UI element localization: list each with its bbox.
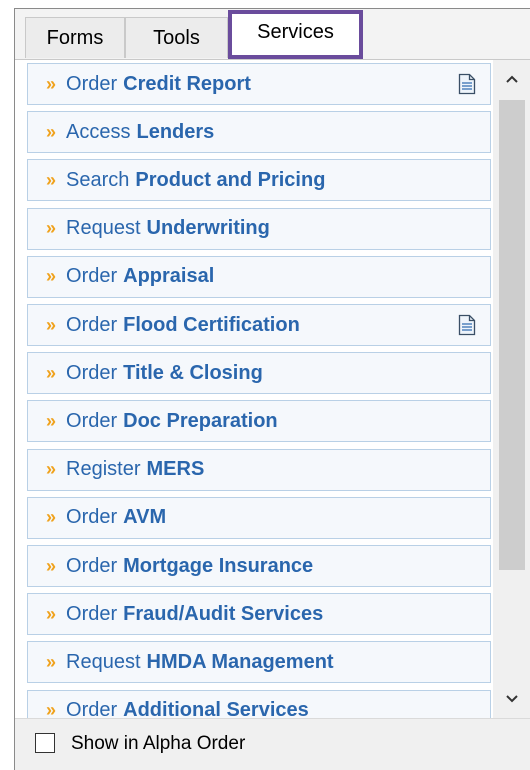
tab-services[interactable]: Services [228, 10, 363, 59]
double-chevron-right-icon: » [46, 362, 57, 383]
service-item[interactable]: » Order Doc Preparation [27, 400, 491, 443]
service-verb: Register [66, 458, 141, 481]
service-noun: Doc Preparation [123, 409, 278, 432]
double-chevron-right-icon: » [46, 459, 57, 480]
scroll-down-button[interactable] [493, 680, 530, 718]
service-noun: Fraud/Audit Services [123, 602, 324, 625]
scrollbar-thumb[interactable] [499, 100, 525, 570]
service-verb: Order [66, 72, 118, 95]
double-chevron-right-icon: » [46, 169, 57, 190]
vertical-scrollbar[interactable] [493, 60, 530, 718]
service-verb: Order [66, 361, 118, 384]
service-verb: Order [66, 699, 118, 718]
double-chevron-right-icon: » [46, 218, 57, 239]
service-verb: Order [66, 602, 118, 625]
service-verb: Order [66, 554, 118, 577]
double-chevron-right-icon: » [46, 603, 57, 624]
alpha-order-checkbox[interactable] [35, 733, 55, 753]
services-list: » Order Credit Report» Access Lenders» Search… [15, 60, 530, 718]
double-chevron-right-icon: » [46, 121, 57, 142]
service-verb: Access [66, 120, 131, 143]
document-icon[interactable] [458, 73, 476, 95]
service-item[interactable]: » Order Fraud/Audit Services [27, 593, 491, 636]
service-item[interactable]: » Request HMDA Management [27, 641, 491, 684]
service-item[interactable]: » Order Title & Closing [27, 352, 491, 395]
service-noun: Appraisal [123, 265, 215, 288]
double-chevron-right-icon: » [46, 266, 57, 287]
service-verb: Order [66, 313, 118, 336]
service-noun: Product and Pricing [135, 168, 326, 191]
service-verb: Order [66, 265, 118, 288]
services-panel: Forms Tools Services » Order Credit Report… [14, 8, 530, 770]
double-chevron-right-icon: » [46, 314, 57, 335]
tab-bar: Forms Tools Services [15, 9, 530, 60]
service-noun: Flood Certification [123, 313, 300, 336]
alpha-order-label[interactable]: Show in Alpha Order [71, 733, 245, 755]
document-icon[interactable] [458, 314, 476, 336]
double-chevron-right-icon: » [46, 651, 57, 672]
service-item[interactable]: » Access Lenders [27, 111, 491, 154]
service-item[interactable]: » Order Mortgage Insurance [27, 545, 491, 587]
double-chevron-right-icon: » [46, 410, 57, 431]
service-noun: Additional Services [123, 699, 309, 718]
service-verb: Order [66, 409, 118, 432]
chevron-up-icon [505, 75, 518, 83]
service-item[interactable]: » Order Appraisal [27, 255, 491, 298]
service-noun: AVM [123, 506, 167, 529]
scroll-up-button[interactable] [493, 60, 530, 98]
service-verb: Order [66, 506, 118, 529]
service-item[interactable]: » Order Flood Certification [27, 304, 491, 346]
service-item[interactable]: » Search Product and Pricing [27, 159, 491, 202]
service-verb: Search [66, 168, 130, 191]
double-chevron-right-icon: » [46, 507, 57, 528]
footer-bar: Show in Alpha Order [15, 718, 530, 770]
service-noun: HMDA Management [146, 650, 334, 673]
double-chevron-right-icon: » [46, 555, 57, 576]
service-item[interactable]: » Request Underwriting [27, 207, 491, 250]
service-noun: Lenders [136, 120, 215, 143]
double-chevron-right-icon: » [46, 73, 57, 94]
service-noun: Credit Report [123, 72, 251, 95]
chevron-down-icon [505, 695, 518, 703]
service-noun: Title & Closing [123, 361, 263, 384]
service-noun: MERS [146, 458, 205, 481]
service-noun: Mortgage Insurance [123, 554, 314, 577]
service-item[interactable]: » Order Credit Report [27, 63, 491, 105]
service-item[interactable]: » Register MERS [27, 448, 491, 491]
service-item[interactable]: » Order Additional Services [27, 689, 491, 718]
double-chevron-right-icon: » [46, 700, 57, 718]
service-verb: Request [66, 650, 141, 673]
tab-forms[interactable]: Forms [25, 17, 125, 58]
service-item[interactable]: » Order AVM [27, 496, 491, 539]
tab-tools[interactable]: Tools [125, 17, 228, 58]
service-noun: Underwriting [146, 217, 270, 240]
service-verb: Request [66, 217, 141, 240]
